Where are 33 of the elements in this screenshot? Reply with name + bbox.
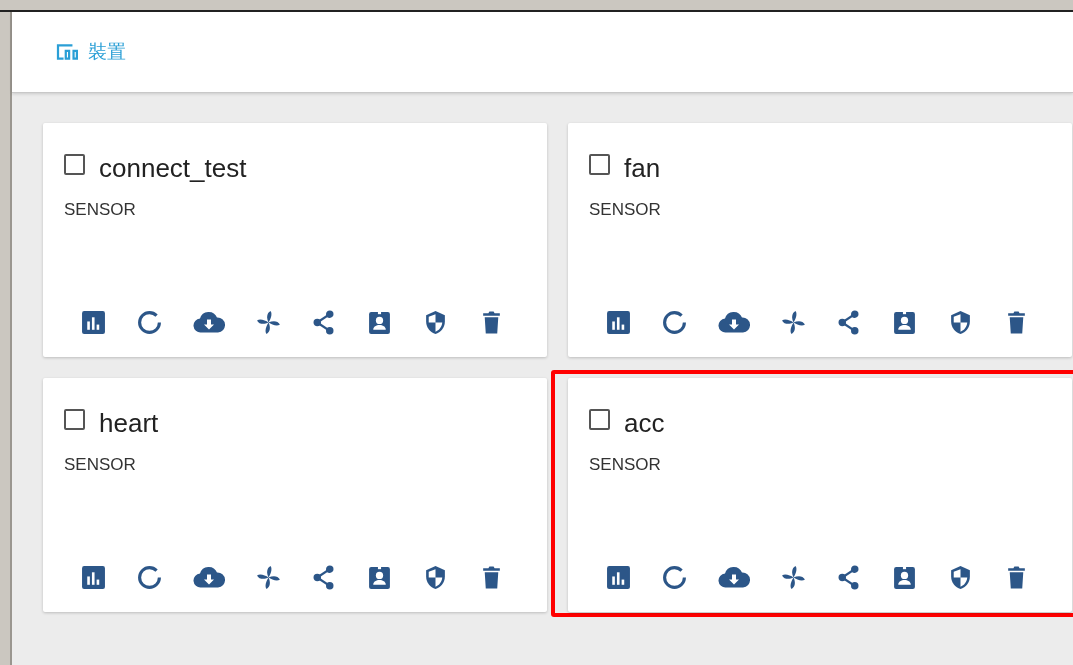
checkbox[interactable] <box>64 154 85 175</box>
fan-icon[interactable] <box>255 310 281 335</box>
cloud-download-icon[interactable] <box>192 565 225 590</box>
loading-icon[interactable] <box>136 310 162 335</box>
bar-chart-icon[interactable] <box>606 310 631 335</box>
id-badge-icon[interactable] <box>892 310 918 335</box>
cloud-download-icon[interactable] <box>717 565 750 590</box>
device-name: acc <box>624 408 665 439</box>
bar-chart-icon[interactable] <box>81 310 106 335</box>
device-name: heart <box>99 408 159 439</box>
device-name: fan <box>624 153 661 184</box>
loading-icon[interactable] <box>661 565 687 590</box>
device-type: SENSOR <box>589 455 662 475</box>
checkbox[interactable] <box>64 409 85 430</box>
device-type: SENSOR <box>64 455 137 475</box>
id-badge-icon[interactable] <box>892 565 918 590</box>
cloud-download-icon[interactable] <box>192 310 225 335</box>
page-title: 裝置 <box>88 39 126 64</box>
checkbox[interactable] <box>589 409 610 430</box>
device-name: connect_test <box>99 153 247 184</box>
fan-icon[interactable] <box>780 310 806 335</box>
device-type: SENSOR <box>589 200 662 220</box>
checkbox[interactable] <box>589 154 610 175</box>
cloud-download-icon[interactable] <box>717 310 750 335</box>
bar-chart-icon[interactable] <box>81 565 106 590</box>
id-badge-icon[interactable] <box>367 310 393 335</box>
loading-icon[interactable] <box>136 565 162 590</box>
id-badge-icon[interactable] <box>367 565 393 590</box>
fan-icon[interactable] <box>780 565 806 590</box>
loading-icon[interactable] <box>661 310 687 335</box>
fan-icon[interactable] <box>255 565 281 590</box>
device-type: SENSOR <box>64 200 137 220</box>
bar-chart-icon[interactable] <box>606 565 631 590</box>
